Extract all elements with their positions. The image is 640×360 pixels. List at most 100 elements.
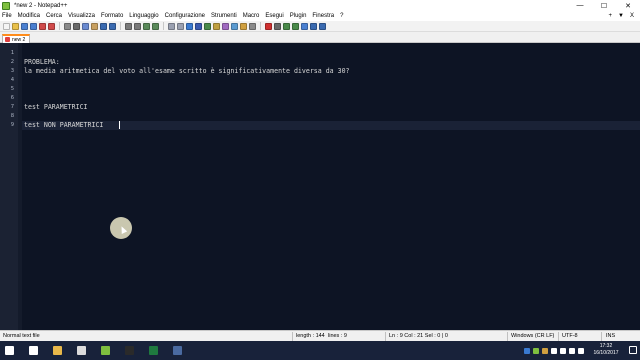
function-list-icon[interactable] (231, 22, 238, 30)
menu-esegui[interactable]: Esegui (265, 13, 283, 19)
tray-app-icon[interactable] (542, 347, 548, 354)
line-number: 8 (10, 113, 14, 119)
notepad-plus-icon-glyph (101, 346, 110, 355)
close-icon[interactable] (39, 22, 46, 30)
doc-map-icon[interactable] (222, 22, 229, 30)
minimize-button[interactable]: — (568, 0, 592, 11)
new-tab-button[interactable]: + (609, 13, 613, 19)
status-divider (601, 332, 602, 341)
save-all-icon[interactable] (30, 22, 37, 30)
calculator-icon[interactable] (74, 343, 89, 358)
tab-label: new 2 (12, 36, 26, 43)
new-file-icon[interactable] (3, 22, 10, 30)
app-icon[interactable] (170, 343, 185, 358)
play-multi-icon[interactable] (292, 22, 299, 30)
window-controls: — ☐ ✕ (568, 0, 640, 11)
system-clock[interactable]: 17:32 16/10/2017 (586, 343, 626, 357)
chevron-up-icon[interactable] (551, 347, 557, 354)
menu-help[interactable]: ? (340, 13, 343, 19)
replace-icon[interactable] (134, 22, 141, 30)
zoom-in-icon[interactable] (143, 22, 150, 30)
all-chars-icon[interactable] (195, 22, 202, 30)
excel-icon[interactable] (146, 343, 161, 358)
battery-icon[interactable] (560, 347, 566, 354)
undo-icon[interactable] (100, 22, 107, 30)
sync-v-icon[interactable] (168, 22, 175, 30)
window-title: *new 2 - Notepad++ (14, 2, 68, 9)
code-line: la media aritmetica del voto all'esame s… (24, 67, 350, 75)
find-icon[interactable] (125, 22, 132, 30)
action-center-icon[interactable] (629, 346, 637, 354)
redo-icon[interactable] (109, 22, 116, 30)
unsaved-icon (5, 37, 10, 42)
start-button[interactable] (2, 343, 17, 358)
task-view-icon[interactable] (26, 343, 41, 358)
sticky-notes-icon[interactable] (122, 343, 137, 358)
stop-macro-icon[interactable] (274, 22, 281, 30)
cut-icon[interactable] (73, 22, 80, 30)
notepad-plus-app-icon (2, 1, 10, 10)
menu-formato[interactable]: Formato (101, 13, 123, 19)
indent-guide-icon[interactable] (204, 22, 211, 30)
line-number: 5 (10, 86, 14, 92)
explorer-icon[interactable] (50, 343, 65, 358)
menu-right-controls: + ▼ X (609, 11, 634, 21)
menu-strumenti[interactable]: Strumenti (211, 13, 237, 19)
save-icon[interactable] (21, 22, 28, 30)
folder-workspace-icon[interactable] (240, 22, 247, 30)
close-window-button[interactable]: ✕ (616, 0, 640, 11)
monitoring-icon[interactable] (249, 22, 256, 30)
notepad-plus-icon[interactable] (98, 343, 113, 358)
line-number: 4 (10, 77, 14, 83)
fold-margin[interactable] (18, 43, 22, 330)
code-line: PROBLEMA: (24, 58, 60, 66)
menu-visualizza[interactable]: Visualizza (68, 13, 95, 19)
sync-h-icon[interactable] (177, 22, 184, 30)
text-caret (119, 121, 120, 129)
close-all-icon[interactable] (48, 22, 55, 30)
save-macro-icon[interactable] (301, 22, 308, 30)
spell-check-icon[interactable] (310, 22, 317, 30)
tray-app-icon[interactable] (533, 347, 539, 354)
toolbar-separator (260, 22, 261, 30)
abc-icon[interactable] (319, 22, 326, 30)
tab-bar: new 2 (0, 32, 640, 43)
udl-icon[interactable] (213, 22, 220, 30)
wifi-icon[interactable] (569, 347, 575, 354)
menu-bar: File Modifica Cerca Visualizza Formato L… (0, 11, 640, 21)
menu-linguaggio[interactable]: Linguaggio (129, 13, 158, 19)
current-line-highlight (22, 121, 640, 130)
zoom-out-icon[interactable] (152, 22, 159, 30)
editor-area[interactable]: 1 2 3 4 5 6 7 8 9 PROBLEMA: la media aritmetica d… (0, 43, 640, 330)
calculator-icon-glyph (77, 346, 86, 355)
app-icon-glyph (173, 346, 182, 355)
menu-finestra[interactable]: Finestra (312, 13, 334, 19)
play-macro-icon[interactable] (283, 22, 290, 30)
start-glyph (5, 346, 14, 355)
excel-icon-glyph (149, 346, 158, 355)
print-icon[interactable] (64, 22, 71, 30)
record-macro-icon[interactable] (265, 22, 272, 30)
line-number: 3 (10, 68, 14, 74)
word-wrap-icon[interactable] (186, 22, 193, 30)
close-doc-button[interactable]: X (630, 13, 634, 19)
sticky-notes-icon-glyph (125, 346, 134, 355)
menu-cerca[interactable]: Cerca (46, 13, 62, 19)
menu-configurazione[interactable]: Configurazione (165, 13, 205, 19)
menu-modifica[interactable]: Modifica (18, 13, 40, 19)
line-number: 1 (10, 50, 14, 56)
tab-new-2[interactable]: new 2 (2, 34, 30, 43)
title-bar: *new 2 - Notepad++ — ☐ ✕ (0, 0, 640, 11)
status-bar: Normal text file length : 144 lines : 9 … (0, 330, 640, 341)
menu-file[interactable]: File (2, 13, 12, 19)
tab-list-button[interactable]: ▼ (618, 13, 624, 19)
volume-icon[interactable] (578, 347, 584, 354)
copy-icon[interactable] (82, 22, 89, 30)
paste-icon[interactable] (91, 22, 98, 30)
tray-app-icon[interactable] (524, 347, 530, 354)
open-folder-icon[interactable] (12, 22, 19, 30)
clock-time: 17:32 (599, 343, 613, 349)
menu-macro[interactable]: Macro (243, 13, 260, 19)
maximize-button[interactable]: ☐ (592, 0, 616, 11)
menu-plugin[interactable]: Plugin (290, 13, 307, 19)
